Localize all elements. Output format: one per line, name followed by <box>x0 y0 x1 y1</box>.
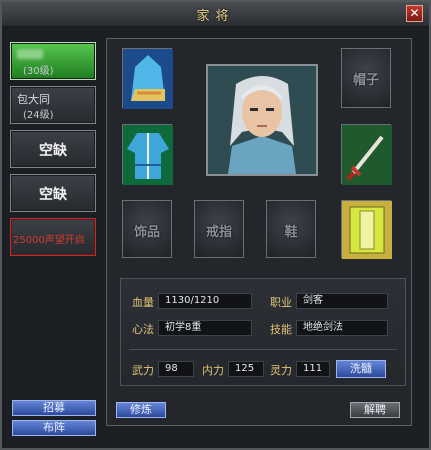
general-slot-2[interactable]: 包大同 (24级) <box>10 86 96 124</box>
hp-label: 血量 <box>132 296 154 309</box>
general-slot-1[interactable]: (30级) <box>10 42 96 80</box>
general-slot-4[interactable]: 空缺 <box>10 174 96 212</box>
wash-button[interactable]: 洗髓 <box>336 360 386 378</box>
close-icon[interactable]: ✕ <box>406 5 423 22</box>
formation-button[interactable]: 布阵 <box>12 420 96 436</box>
general-slot-locked[interactable]: 25000声望开启 <box>10 218 96 256</box>
title-bar[interactable]: 家将 ✕ <box>2 2 429 27</box>
window-title: 家将 <box>196 9 235 24</box>
general-level: (30级) <box>23 66 54 77</box>
recruit-button[interactable]: 招募 <box>12 400 96 416</box>
force-value: 98 <box>158 361 194 377</box>
empty-slot-label: 空缺 <box>39 143 67 159</box>
skill-label: 技能 <box>270 323 292 336</box>
ring-slot[interactable]: 戒指 <box>194 200 244 258</box>
general-slot-3[interactable]: 空缺 <box>10 130 96 168</box>
force-label: 武力 <box>132 364 154 377</box>
empty-slot-label: 空缺 <box>39 187 67 203</box>
sword-icon <box>342 125 392 185</box>
general-name: 包大同 <box>17 93 50 106</box>
hat-slot[interactable]: 帽子 <box>341 48 391 108</box>
class-value: 剑客 <box>296 293 388 309</box>
spirit-value: 111 <box>296 361 330 377</box>
ring-slot-label: 戒指 <box>205 225 232 240</box>
ornament-slot[interactable]: 饰品 <box>122 200 172 258</box>
robe-slot[interactable] <box>122 124 173 185</box>
skill-book-slot[interactable] <box>341 200 392 259</box>
portrait-image <box>208 66 316 174</box>
inner-power-label: 内力 <box>202 364 224 377</box>
shoes-slot-label: 鞋 <box>284 225 298 240</box>
general-portrait <box>206 64 318 176</box>
skill-value: 地绝剑法 <box>296 320 388 336</box>
general-level: (24级) <box>23 110 54 121</box>
inner-power-value: 125 <box>228 361 264 377</box>
hp-value: 1130/1210 <box>158 293 252 309</box>
ornament-slot-label: 饰品 <box>133 225 160 240</box>
cloak-icon <box>123 49 173 109</box>
cloak-slot[interactable] <box>122 48 173 109</box>
class-label: 职业 <box>270 296 292 309</box>
stats-divider <box>129 349 397 350</box>
robe-icon <box>123 125 173 185</box>
weapon-slot[interactable] <box>341 124 392 185</box>
skill-book-icon <box>342 201 392 259</box>
hat-slot-label: 帽子 <box>352 73 379 88</box>
method-label: 心法 <box>132 323 154 336</box>
method-value: 初学8重 <box>158 320 252 336</box>
spirit-label: 灵力 <box>270 364 292 377</box>
train-button[interactable]: 修炼 <box>116 402 166 418</box>
dismiss-button[interactable]: 解聘 <box>350 402 400 418</box>
unlock-requirement: 25000声望开启 <box>13 235 85 246</box>
shoes-slot[interactable]: 鞋 <box>266 200 316 258</box>
general-name-blurred <box>17 47 43 60</box>
